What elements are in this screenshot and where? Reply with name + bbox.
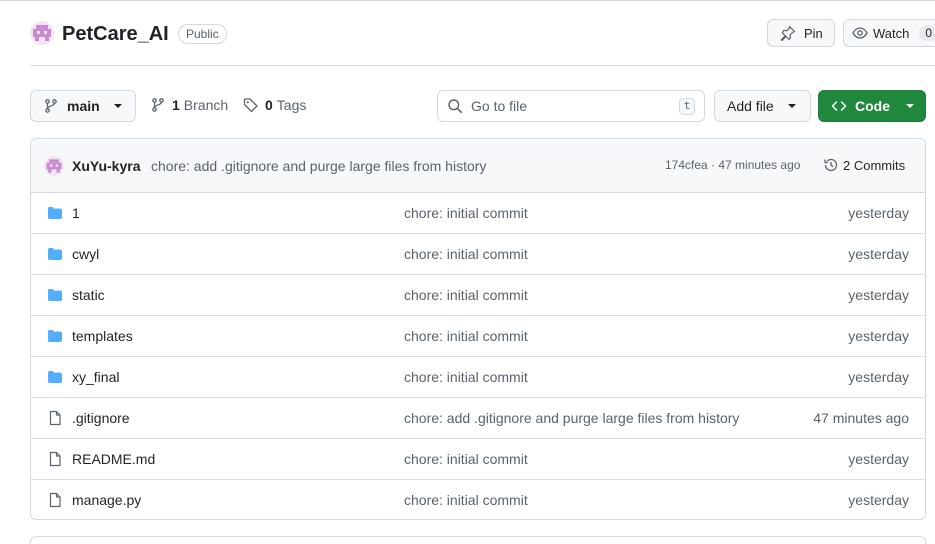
eye-icon: [852, 27, 868, 39]
branches-link[interactable]: 1 Branch: [150, 97, 228, 113]
file-commit-message[interactable]: chore: initial commit: [404, 492, 528, 508]
file-commit-message[interactable]: chore: add .gitignore and purge large fi…: [404, 410, 739, 426]
file-list: XuYu-kyra chore: add .gitignore and purg…: [30, 138, 926, 520]
watch-count: 0: [919, 25, 935, 41]
history-icon: [824, 158, 838, 172]
code-button[interactable]: Code: [818, 90, 926, 122]
file-commit-message[interactable]: chore: initial commit: [404, 369, 528, 385]
file-commit-time: yesterday: [848, 451, 909, 467]
commit-message[interactable]: chore: add .gitignore and purge large fi…: [151, 158, 486, 174]
search-placeholder: Go to file: [471, 98, 528, 114]
latest-commit-bar: XuYu-kyra chore: add .gitignore and purg…: [31, 139, 925, 193]
file-commit-time: 47 minutes ago: [813, 410, 909, 426]
folder-icon: [48, 248, 62, 260]
folder-icon: [48, 371, 62, 383]
file-name[interactable]: manage.py: [72, 492, 141, 508]
tags-link[interactable]: 0 Tags: [243, 97, 306, 113]
owner-avatar[interactable]: [30, 21, 54, 45]
chevron-down-icon: [787, 104, 796, 108]
pin-label: Pin: [804, 25, 823, 41]
readme-panel: [30, 536, 926, 544]
table-row[interactable]: 1 chore: initial commit yesterday: [31, 193, 925, 234]
file-icon: [49, 410, 61, 426]
table-row[interactable]: templates chore: initial commit yesterda…: [31, 316, 925, 357]
pin-button[interactable]: Pin: [767, 19, 835, 47]
tag-count: 0: [265, 97, 273, 113]
file-icon: [49, 492, 61, 508]
file-name[interactable]: static: [72, 287, 105, 303]
branch-name: main: [67, 98, 100, 114]
watch-label: Watch: [873, 25, 910, 41]
code-icon: [831, 101, 847, 111]
chevron-down-icon: [113, 104, 122, 108]
repo-header: PetCare_AI Public Pin Watch 0: [30, 18, 935, 66]
git-branch-icon: [45, 99, 57, 113]
file-commit-message[interactable]: chore: initial commit: [404, 328, 528, 344]
top-divider: [0, 0, 935, 4]
file-name[interactable]: xy_final: [72, 369, 119, 385]
search-icon: [448, 99, 463, 114]
file-commit-message[interactable]: chore: initial commit: [404, 287, 528, 303]
folder-icon: [48, 289, 62, 301]
branch-count: 1: [172, 97, 180, 113]
table-row[interactable]: cwyl chore: initial commit yesterday: [31, 234, 925, 275]
add-file-label: Add file: [727, 98, 774, 114]
add-file-button[interactable]: Add file: [714, 90, 811, 122]
branch-select-button[interactable]: main: [30, 90, 136, 122]
file-commit-time: yesterday: [848, 246, 909, 262]
file-icon: [49, 451, 61, 467]
watch-button[interactable]: Watch 0: [843, 19, 935, 47]
file-commit-time: yesterday: [848, 328, 909, 344]
file-name[interactable]: cwyl: [72, 246, 99, 262]
table-row[interactable]: README.md chore: initial commit yesterda…: [31, 439, 925, 480]
file-commit-message[interactable]: chore: initial commit: [404, 451, 528, 467]
keyboard-shortcut-hint: t: [679, 98, 695, 115]
file-commit-time: yesterday: [848, 492, 909, 508]
file-commit-time: yesterday: [848, 369, 909, 385]
author-avatar[interactable]: [44, 156, 64, 176]
git-branch-icon: [152, 98, 164, 112]
file-commit-time: yesterday: [848, 287, 909, 303]
folder-icon: [48, 330, 62, 342]
commits-history-link[interactable]: 2 Commits: [823, 157, 905, 173]
tag-count-label: Tags: [276, 97, 307, 113]
visibility-badge: Public: [178, 24, 227, 44]
commits-count: 2 Commits: [843, 157, 906, 173]
file-commit-message[interactable]: chore: initial commit: [404, 205, 528, 221]
table-row[interactable]: static chore: initial commit yesterday: [31, 275, 925, 316]
code-label: Code: [855, 98, 890, 114]
file-name[interactable]: .gitignore: [72, 410, 130, 426]
go-to-file-input[interactable]: Go to file t: [437, 90, 705, 122]
file-name[interactable]: README.md: [72, 451, 155, 467]
branch-count-label: Branch: [183, 97, 229, 113]
file-name[interactable]: templates: [72, 328, 133, 344]
tag-icon: [243, 98, 258, 113]
file-commit-message[interactable]: chore: initial commit: [404, 246, 528, 262]
table-row[interactable]: manage.py chore: initial commit yesterda…: [31, 480, 925, 519]
file-commit-time: yesterday: [848, 205, 909, 221]
commit-author[interactable]: XuYu-kyra: [72, 158, 140, 174]
pin-icon: [780, 25, 796, 41]
table-row[interactable]: xy_final chore: initial commit yesterday: [31, 357, 925, 398]
commit-sha-time[interactable]: 174cfea · 47 minutes ago: [665, 158, 800, 172]
table-row[interactable]: .gitignore chore: add .gitignore and pur…: [31, 398, 925, 439]
chevron-down-icon: [906, 104, 914, 108]
folder-icon: [48, 207, 62, 219]
file-name[interactable]: 1: [72, 205, 80, 221]
repo-name[interactable]: PetCare_AI: [62, 21, 169, 47]
